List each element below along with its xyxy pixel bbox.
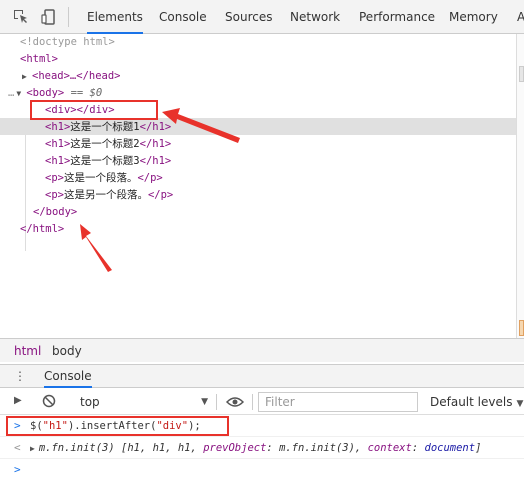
tree-node-body-close[interactable]: </body> [33, 204, 77, 221]
p-close-tag: </p> [137, 172, 163, 184]
row-ellipsis: … [8, 87, 15, 99]
tree-node-head[interactable]: ▶ <head>…</head> [22, 68, 121, 85]
p-close-tag: </p> [147, 189, 174, 201]
collapse-arrow-icon[interactable]: ▼ [16, 85, 26, 102]
p-open-tag: <p> [45, 189, 64, 201]
drawer-tab-console[interactable]: Console [44, 365, 92, 388]
selected-marker: == $0 [64, 87, 103, 99]
tab-memory[interactable]: Memory [449, 0, 498, 34]
elements-tree: <!doctype html> <html> ▶ <head>…</head> …… [0, 34, 516, 338]
h1-text: 这是一个标题1 [70, 121, 140, 133]
tree-node-h1[interactable]: <h1>这是一个标题1</h1> [45, 119, 171, 136]
h1-close-tag: </h1> [139, 155, 172, 167]
h1-text: 这是一个标题2 [70, 138, 140, 150]
annotation-box-command [6, 416, 229, 436]
h1-close-tag: </h1> [139, 138, 172, 150]
tab-elements[interactable]: Elements [87, 0, 143, 34]
context-value: top [80, 395, 100, 409]
sidebar-toggle-icon[interactable]: ▶ [14, 395, 22, 406]
html-close-tag: </html> [20, 223, 65, 235]
breadcrumb: html body [0, 338, 524, 362]
p-text: 这是一个段落。 [63, 172, 138, 184]
tab-performance[interactable]: Performance [359, 0, 435, 34]
tree-node-doctype[interactable]: <!doctype html> [20, 34, 115, 51]
toolbar-separator [216, 394, 217, 410]
toolbar-separator [252, 394, 253, 410]
tree-node-h1[interactable]: <h1>这是一个标题2</h1> [45, 136, 171, 153]
head-tag: <head>…</head> [32, 70, 121, 82]
html-open-tag: <html> [20, 53, 58, 65]
dropdown-arrow-icon: ▼ [516, 399, 524, 409]
breadcrumb-body[interactable]: body [52, 339, 82, 363]
p-text: 这是另一个段落。 [63, 189, 148, 201]
breadcrumb-html[interactable]: html [14, 339, 41, 363]
console-toolbar: ▶ top ▼ Default levels▼ [0, 389, 524, 415]
tab-overflow[interactable]: A [517, 0, 524, 34]
body-open-tag: <body> [26, 87, 65, 99]
h1-text: 这是一个标题3 [70, 155, 140, 167]
empty-prompt-icon: > [14, 463, 21, 476]
drawer-menu-icon[interactable]: ⋮ [14, 369, 26, 383]
annotation-box-div [30, 100, 158, 120]
h1-open-tag: <h1> [45, 155, 71, 167]
toolbar-separator [68, 7, 69, 27]
styles-pane-tab[interactable] [519, 66, 524, 82]
eye-icon[interactable] [226, 396, 244, 408]
drawer-tab-bar: ⋮ Console [0, 364, 524, 388]
tree-node-html[interactable]: <html> [20, 51, 58, 68]
expand-result-icon[interactable]: ▶ [30, 444, 35, 453]
tree-node-p[interactable]: <p>这是一个段落。</p> [45, 170, 163, 187]
p-open-tag: <p> [45, 172, 64, 184]
tree-node-h1[interactable]: <h1>这是一个标题3</h1> [45, 153, 171, 170]
body-close-tag: </body> [33, 206, 78, 218]
log-levels-label: Default levels [430, 395, 513, 409]
tab-sources[interactable]: Sources [225, 0, 272, 34]
h1-close-tag: </h1> [139, 121, 172, 133]
tab-network[interactable]: Network [290, 0, 340, 34]
console-prompt-line[interactable]: > [0, 459, 524, 481]
log-levels-dropdown[interactable]: Default levels ▼ [430, 393, 523, 411]
tree-node-p[interactable]: <p>这是另一个段落。</p> [45, 187, 173, 204]
h1-open-tag: <h1> [45, 121, 71, 133]
box-model-preview [519, 320, 524, 336]
tab-console[interactable]: Console [159, 0, 207, 34]
dropdown-arrow-icon: ▼ [201, 397, 208, 407]
tree-node-html-close[interactable]: </html> [20, 221, 64, 238]
devtools-toolbar: Elements Console Sources Network Perform… [0, 0, 524, 34]
h1-open-tag: <h1> [45, 138, 71, 150]
context-selector[interactable]: top ▼ [80, 393, 210, 411]
console-result-line[interactable]: < ▶ m.fn.init(3) [h1, h1, h1, prevObject:… [0, 437, 524, 459]
inspect-element-icon[interactable] [12, 8, 30, 26]
console-result: ▶ m.fn.init(3) [h1, h1, h1, prevObject: m… [30, 442, 482, 454]
result-arrow-icon: < [14, 441, 21, 454]
doctype-text: <!doctype html> [20, 36, 115, 48]
filter-input[interactable] [258, 392, 418, 412]
device-toolbar-icon[interactable] [40, 8, 58, 26]
clear-console-icon[interactable] [42, 394, 56, 408]
expand-arrow-icon[interactable]: ▶ [22, 68, 32, 85]
